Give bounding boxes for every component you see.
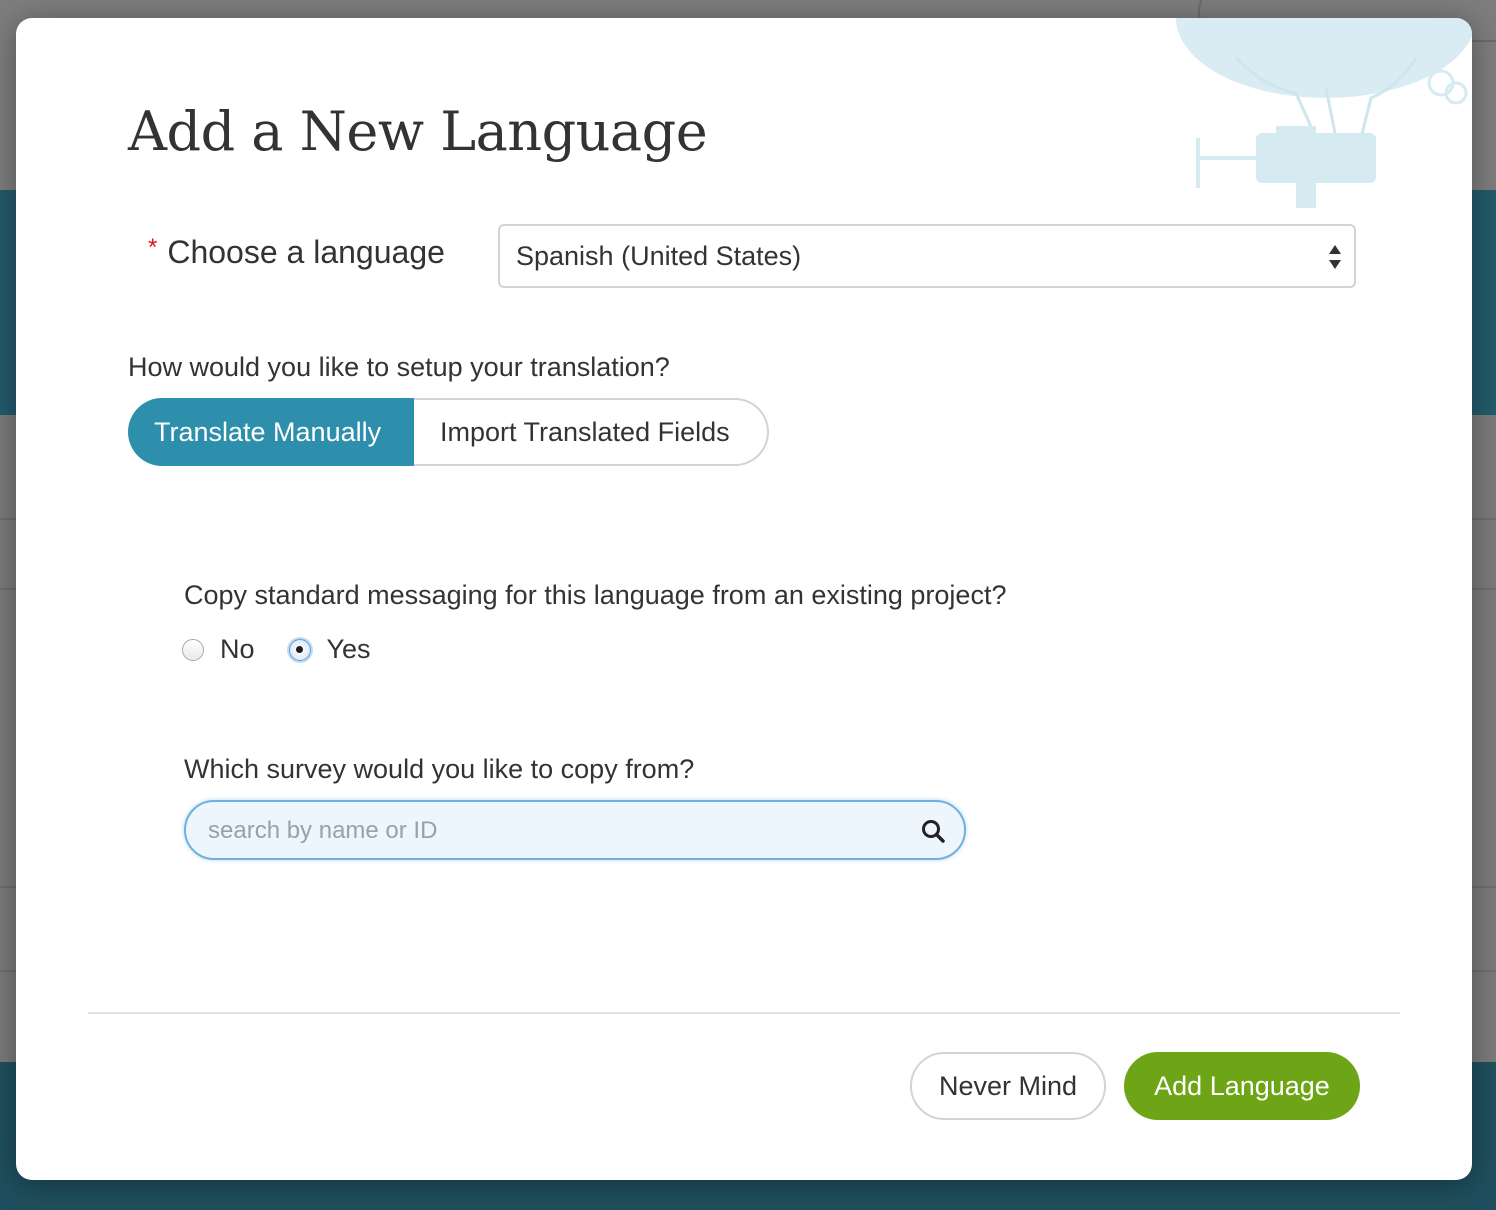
search-icon[interactable] bbox=[920, 818, 946, 844]
radio-checked-dot bbox=[296, 646, 304, 653]
radio-yes-label[interactable]: Yes bbox=[327, 634, 371, 665]
radio-yes[interactable] bbox=[288, 638, 311, 661]
modal-title: Add a New Language bbox=[128, 100, 708, 163]
survey-search-input[interactable] bbox=[206, 802, 900, 860]
add-language-button[interactable]: Add Language bbox=[1124, 1052, 1360, 1120]
hot-air-balloon-illustration bbox=[1176, 18, 1472, 208]
add-language-modal: Add a New Language * Choose a language Sp… bbox=[16, 18, 1472, 1180]
survey-question: Which survey would you like to copy from… bbox=[184, 754, 695, 784]
radio-no-label[interactable]: No bbox=[220, 634, 255, 665]
copy-messaging-question: Copy standard messaging for this languag… bbox=[184, 580, 1007, 610]
import-translated-fields-button[interactable]: Import Translated Fields bbox=[414, 398, 769, 466]
language-select-value: Spanish (United States) bbox=[516, 240, 802, 271]
language-field-label: * Choose a language bbox=[148, 234, 445, 271]
footer-divider bbox=[88, 1012, 1400, 1014]
required-marker: * bbox=[148, 234, 158, 261]
language-label-text: Choose a language bbox=[167, 234, 445, 270]
language-select[interactable]: Spanish (United States) bbox=[498, 224, 1356, 288]
setup-method-toggle: Translate Manually Import Translated Fie… bbox=[128, 398, 769, 466]
radio-no[interactable] bbox=[182, 638, 204, 661]
up-down-arrows-icon bbox=[1328, 244, 1342, 270]
setup-question: How would you like to setup your transla… bbox=[128, 352, 670, 382]
copy-messaging-radio-group: No Yes bbox=[182, 634, 405, 665]
survey-search-box bbox=[184, 800, 966, 860]
never-mind-button[interactable]: Never Mind bbox=[910, 1052, 1106, 1120]
translate-manually-button[interactable]: Translate Manually bbox=[128, 398, 414, 466]
